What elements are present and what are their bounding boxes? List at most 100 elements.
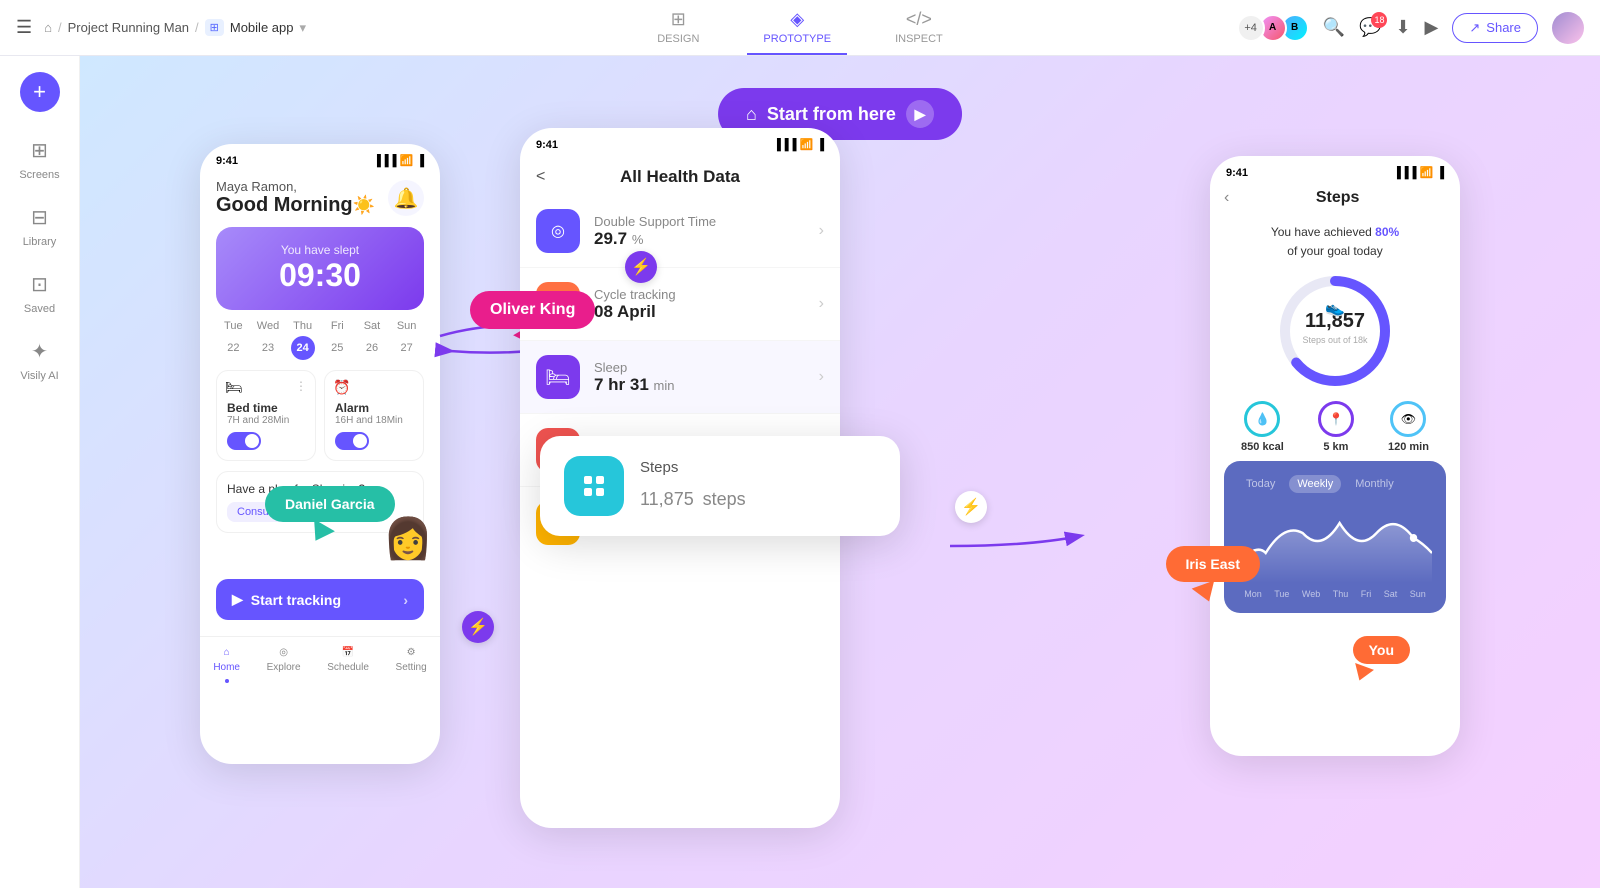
health-item-sleep[interactable]: 🛏 Sleep 7 hr 31 min › <box>520 341 840 414</box>
download-icon[interactable]: ⬇ <box>1395 17 1410 38</box>
sidebar-saved-label: Saved <box>24 303 55 315</box>
chevron-right-icon: › <box>819 295 824 313</box>
bell-icon[interactable]: 🔔 <box>388 180 424 216</box>
tab-prototype[interactable]: ◈ PROTOTYPE <box>747 1 847 55</box>
week-day-tue: Tue 22 <box>221 320 245 360</box>
week-day-sun: Sun 27 <box>395 320 419 360</box>
tab-inspect[interactable]: </> INSPECT <box>879 1 959 55</box>
svg-text:👟: 👟 <box>1325 300 1345 317</box>
canvas: ⌂ Start from here ▶ 9:41 ▐▐▐ 📶 ▐ Maya Ra… <box>80 56 1600 888</box>
nav-home-label: Home <box>213 662 240 673</box>
sleep-card: You have slept 09:30 <box>216 227 424 310</box>
caret-icon[interactable]: ▾ <box>299 20 306 36</box>
sidebar-item-library[interactable]: ⊟ Library <box>5 195 75 258</box>
day-label: Fri <box>331 320 344 332</box>
oliver-king-bubble: Oliver King <box>470 291 595 329</box>
cycle-info: Cycle tracking 08 April <box>594 287 676 322</box>
nav-explore-label: Explore <box>267 662 301 673</box>
bedtime-toggle[interactable] <box>227 432 261 450</box>
tab-weekly[interactable]: Weekly <box>1289 475 1341 493</box>
phone-left-status: 9:41 ▐▐▐ 📶 ▐ <box>200 144 440 171</box>
add-screen-button[interactable]: + <box>20 72 60 112</box>
stat-distance: 📍 5 km <box>1318 401 1354 453</box>
steps-big-icon <box>564 456 624 516</box>
cycle-val: 08 April <box>594 302 676 322</box>
sleep-icon: 🛏 <box>536 355 580 399</box>
nav-home[interactable]: ⌂ Home <box>213 647 240 683</box>
sleep-name: Sleep <box>594 360 675 375</box>
phone-left-time: 9:41 <box>216 155 238 167</box>
week-day-thu[interactable]: Thu 24 <box>291 320 315 360</box>
steps-goal-text: You have achieved 80% of your goal today <box>1224 223 1446 261</box>
nav-active-dot <box>225 679 229 683</box>
stats-row: 💧 850 kcal 📍 5 km 👁 120 min <box>1224 401 1446 453</box>
visily-ai-icon: ✦ <box>31 339 48 364</box>
steps-info: Steps 11,875 steps <box>640 459 746 513</box>
chart-lbl-thu: Thu <box>1333 589 1349 599</box>
nav-setting-label: Setting <box>396 662 427 673</box>
home-nav-icon: ⌂ <box>224 647 230 658</box>
steps-header: ‹ Steps <box>1210 183 1460 213</box>
share-label: Share <box>1486 20 1521 35</box>
double-support-icon: ◎ <box>536 209 580 253</box>
sidebar-item-saved[interactable]: ⊡ Saved <box>5 262 75 325</box>
day-label: Sat <box>364 320 381 332</box>
back-button[interactable]: < <box>536 168 545 186</box>
hamburger-icon[interactable]: ☰ <box>16 17 32 38</box>
topbar: ☰ ⌂ / Project Running Man / ⊞ Mobile app… <box>0 0 1600 56</box>
tab-design[interactable]: ⊞ DESIGN <box>641 1 715 55</box>
double-support-val: 29.7 % <box>594 229 716 249</box>
alarm-widget: ⏰ Alarm 16H and 18Min <box>324 370 424 461</box>
page-icon: ⊞ <box>205 19 224 36</box>
tab-design-label: DESIGN <box>657 33 699 45</box>
chart-lbl-sat: Sat <box>1384 589 1398 599</box>
start-tracking-button[interactable]: ▶ Start tracking › <box>216 579 424 620</box>
steps-count: 11,875 steps <box>640 476 746 513</box>
search-icon[interactable]: 🔍 <box>1323 17 1345 38</box>
day-num: 26 <box>360 336 384 360</box>
topbar-right: +4 A B 🔍 💬 18 ⬇ ▶ ↗ Share <box>959 12 1584 44</box>
stat-distance-val: 5 km <box>1323 441 1348 453</box>
sidebar-item-screens[interactable]: ⊞ Screens <box>5 128 75 191</box>
user-avatar[interactable] <box>1552 12 1584 44</box>
chart-lbl-mon: Mon <box>1244 589 1262 599</box>
phone-center-time: 9:41 <box>536 139 558 151</box>
nav-explore[interactable]: ◎ Explore <box>267 647 301 683</box>
stat-calories: 💧 850 kcal <box>1241 401 1284 453</box>
chevron-right-icon: › <box>403 592 408 608</box>
day-num: 23 <box>256 336 280 360</box>
health-item-double-support[interactable]: ◎ Double Support Time 29.7 % › <box>520 195 840 268</box>
alarm-label: Alarm <box>335 401 413 415</box>
alarm-toggle[interactable] <box>335 432 369 450</box>
chart-lbl-web: Web <box>1302 589 1320 599</box>
sidebar-item-visily-ai[interactable]: ✦ Visily AI <box>5 329 75 392</box>
widget-menu[interactable]: ⋮ <box>295 379 307 393</box>
stat-time-val: 120 min <box>1388 441 1429 453</box>
chart-lbl-fri: Fri <box>1361 589 1372 599</box>
steps-card: Steps 11,875 steps <box>540 436 900 536</box>
day-num: 22 <box>221 336 245 360</box>
oliver-king-label: Oliver King <box>490 301 575 318</box>
lightning-badge-1: ⚡ <box>625 251 657 283</box>
day-num: 25 <box>325 336 349 360</box>
main-area: + ⊞ Screens ⊟ Library ⊡ Saved ✦ Visily A… <box>0 56 1600 888</box>
lightning-badge-3: ⚡ <box>462 611 494 643</box>
nav-schedule[interactable]: 📅 Schedule <box>327 647 369 683</box>
share-button[interactable]: ↗ Share <box>1452 13 1538 43</box>
chevron-right-icon: › <box>819 222 824 240</box>
play-icon[interactable]: ▶ <box>1425 17 1439 38</box>
tab-today[interactable]: Today <box>1238 475 1283 493</box>
tab-monthly[interactable]: Monthly <box>1347 475 1402 493</box>
phone-left: 9:41 ▐▐▐ 📶 ▐ Maya Ramon, Good Morning ☀️… <box>200 144 440 764</box>
library-icon: ⊟ <box>31 205 48 230</box>
home-icon[interactable]: ⌂ <box>44 20 52 35</box>
chat-icon[interactable]: 💬 18 <box>1359 17 1381 38</box>
nav-setting[interactable]: ⚙ Setting <box>396 647 427 683</box>
tab-inspect-label: INSPECT <box>895 33 943 45</box>
daniel-garcia-label: Daniel Garcia <box>285 496 375 512</box>
breadcrumb-sep2: / <box>195 20 199 35</box>
iris-east-label: Iris East <box>1186 556 1240 572</box>
week-nav: Tue 22 Wed 23 Thu 24 Fri 25 <box>216 320 424 360</box>
circle-chart: 11,857 Steps out of 18k 👟 <box>1224 271 1446 391</box>
health-item-left: 🛏 Sleep 7 hr 31 min <box>536 355 675 399</box>
